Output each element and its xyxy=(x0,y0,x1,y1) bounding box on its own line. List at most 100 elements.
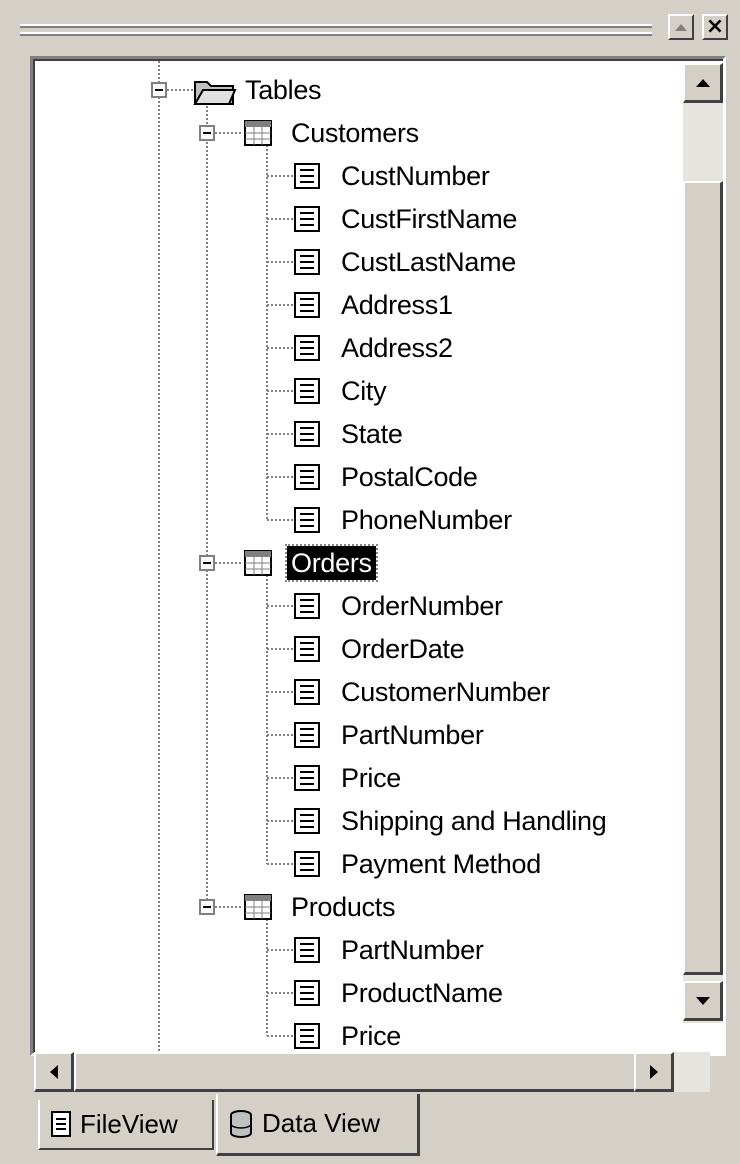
tree-node-label: CustNumber xyxy=(341,161,490,191)
horizontal-scrollbar[interactable] xyxy=(34,1052,710,1092)
arrow-right-icon xyxy=(649,1064,658,1079)
field-icon xyxy=(293,807,321,840)
tree-node-field[interactable]: PhoneNumber xyxy=(337,503,516,537)
field-icon xyxy=(293,936,321,969)
scroll-up-button[interactable] xyxy=(683,63,723,103)
tree-expander-products[interactable] xyxy=(199,899,215,915)
tree-node-field[interactable]: CustomerNumber xyxy=(337,675,554,709)
tree-node-label: PhoneNumber xyxy=(341,505,512,535)
tree-node-field[interactable]: CustFirstName xyxy=(337,202,521,236)
scroll-right-button[interactable] xyxy=(634,1052,674,1092)
tree-expander-tables[interactable] xyxy=(151,82,167,98)
table-icon xyxy=(243,549,273,582)
tree-node-field[interactable]: State xyxy=(337,417,407,451)
tree-node-label: OrderNumber xyxy=(341,591,503,621)
tree-node-label: Products xyxy=(291,892,396,922)
tree-node-field[interactable]: PostalCode xyxy=(337,460,482,494)
minimize-button[interactable] xyxy=(668,14,694,40)
tree-expander-orders[interactable] xyxy=(199,555,215,571)
tree-node-orders[interactable]: Orders xyxy=(285,544,378,582)
tree-node-field[interactable]: PartNumber xyxy=(337,718,488,752)
field-icon xyxy=(293,979,321,1012)
arrow-up-icon xyxy=(695,78,710,87)
scroll-left-button[interactable] xyxy=(34,1052,74,1092)
tree-node-field[interactable]: Payment Method xyxy=(337,847,545,881)
field-icon xyxy=(293,592,321,625)
field-icon xyxy=(293,850,321,883)
close-icon: × xyxy=(705,14,725,39)
tree-node-label: CustLastName xyxy=(341,247,516,277)
tree-node-field[interactable]: Address1 xyxy=(337,288,457,322)
data-tree[interactable]: Tables Customers CustNumber CustFirstName Cu… xyxy=(35,61,675,1051)
folder-open-icon xyxy=(193,76,237,111)
tree-node-label: Shipping and Handling xyxy=(341,806,607,836)
panel-titlebar[interactable]: × xyxy=(0,0,740,60)
tree-node-label: PartNumber xyxy=(341,720,484,750)
field-icon xyxy=(293,721,321,754)
database-icon xyxy=(230,1109,252,1138)
vertical-scrollbar[interactable] xyxy=(683,63,723,1023)
tab-fileview-label: FileView xyxy=(80,1108,178,1139)
field-icon xyxy=(293,205,321,238)
vertical-scroll-thumb[interactable] xyxy=(683,181,723,975)
tree-node-products[interactable]: Products xyxy=(287,890,399,924)
tree-node-tables[interactable]: Tables xyxy=(241,73,325,107)
tree-node-label: PartNumber xyxy=(341,935,484,965)
tree-node-label: Customers xyxy=(291,118,419,148)
field-icon xyxy=(293,377,321,410)
tree-node-field[interactable]: Price xyxy=(337,761,405,795)
tree-node-field[interactable]: CustLastName xyxy=(337,245,520,279)
tree-node-field[interactable]: ProductName xyxy=(337,976,507,1010)
table-icon xyxy=(243,893,273,926)
field-icon xyxy=(293,678,321,711)
field-icon xyxy=(293,506,321,539)
titlebar-grip[interactable] xyxy=(20,24,652,28)
tree-node-field[interactable]: City xyxy=(337,374,390,408)
tree-node-field[interactable]: Price xyxy=(337,1019,405,1053)
tree-node-label: Price xyxy=(341,1021,402,1051)
tab-fileview[interactable]: FileView xyxy=(38,1100,214,1150)
close-button[interactable]: × xyxy=(702,14,728,40)
field-icon xyxy=(293,764,321,797)
tree-node-label: CustomerNumber xyxy=(341,677,550,707)
tree-node-label: Tables xyxy=(245,75,322,105)
tree-expander-customers[interactable] xyxy=(199,125,215,141)
field-icon xyxy=(293,291,321,324)
horizontal-scroll-thumb[interactable] xyxy=(74,1052,670,1092)
tree-node-field[interactable]: CustNumber xyxy=(337,159,494,193)
arrow-down-icon xyxy=(695,996,710,1005)
tree-node-field[interactable]: OrderNumber xyxy=(337,589,507,623)
tree-node-label: Payment Method xyxy=(341,849,541,879)
field-icon xyxy=(293,334,321,367)
tab-dataview[interactable]: Data View xyxy=(216,1094,420,1156)
tree-node-field[interactable]: Address2 xyxy=(337,331,457,365)
titlebar-grip[interactable] xyxy=(20,32,652,36)
tree-node-label: State xyxy=(341,419,403,449)
table-icon xyxy=(243,119,273,152)
tree-node-customers[interactable]: Customers xyxy=(287,116,423,150)
view-tabs: FileView Data View xyxy=(0,1094,740,1164)
tree-node-field[interactable]: OrderDate xyxy=(337,632,468,666)
tree-node-field[interactable]: Shipping and Handling xyxy=(337,804,610,838)
triangle-up-icon xyxy=(675,24,687,31)
field-icon xyxy=(293,248,321,281)
tab-dataview-label: Data View xyxy=(262,1108,381,1138)
field-icon xyxy=(293,463,321,496)
tree-view-pane: Tables Customers CustNumber CustFirstName Cu… xyxy=(30,56,726,1056)
tree-node-label: City xyxy=(341,376,387,406)
arrow-left-icon xyxy=(49,1064,58,1079)
tree-node-label: ProductName xyxy=(341,978,503,1008)
tree-node-label: OrderDate xyxy=(341,634,465,664)
tree-node-label: Price xyxy=(341,763,402,793)
tree-node-label: CustFirstName xyxy=(341,204,518,234)
tree-node-label: Orders xyxy=(285,544,378,582)
tree-node-label: Address2 xyxy=(341,333,453,363)
tree-node-field[interactable]: PartNumber xyxy=(337,933,488,967)
field-icon xyxy=(293,1022,321,1053)
scroll-down-button[interactable] xyxy=(683,981,723,1021)
field-icon xyxy=(293,420,321,453)
tree-node-label: Address1 xyxy=(341,290,453,320)
field-icon xyxy=(293,162,321,195)
document-icon xyxy=(51,1111,71,1137)
field-icon xyxy=(293,635,321,668)
